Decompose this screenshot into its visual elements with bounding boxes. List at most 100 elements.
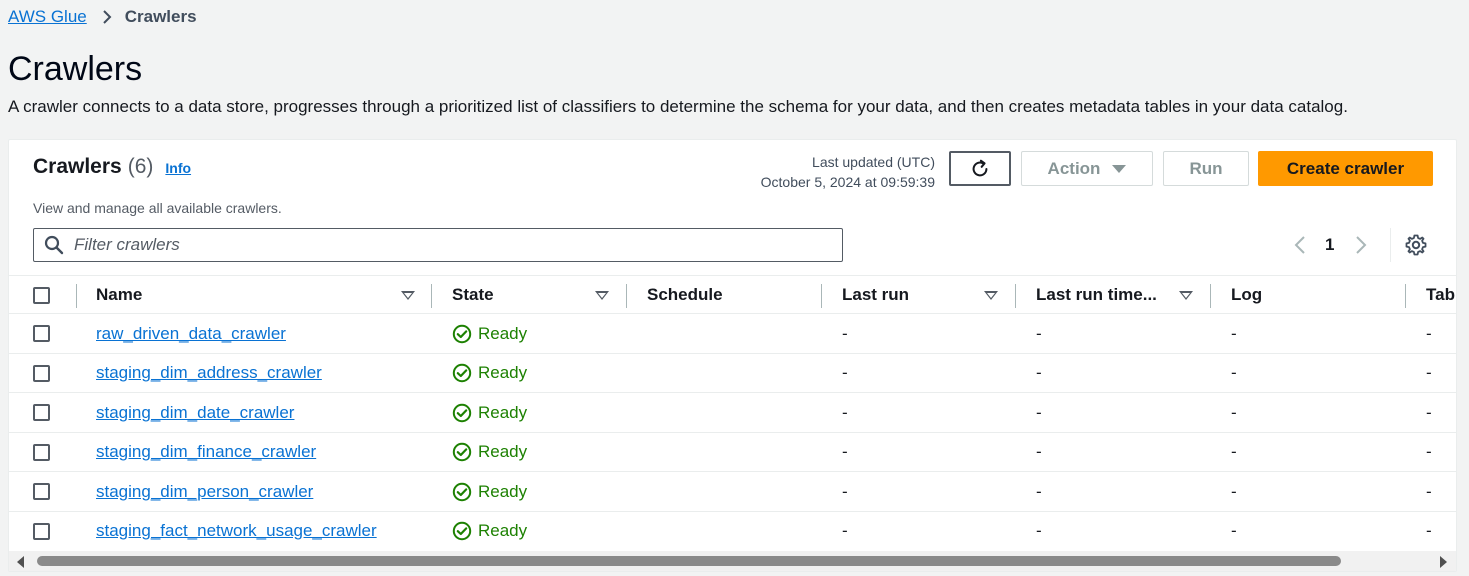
info-link[interactable]: Info [165, 160, 191, 176]
check-circle-icon [452, 442, 472, 462]
column-divider[interactable] [431, 284, 432, 308]
crawler-name-link[interactable]: raw_driven_data_crawler [96, 324, 286, 344]
scroll-left-arrow-icon[interactable] [17, 556, 24, 568]
column-header-last-run-time[interactable]: Last run time... [1036, 276, 1196, 314]
page-description: A crawler connects to a data store, prog… [8, 97, 1348, 116]
table-row: staging_dim_person_crawler Ready - - - - [9, 472, 1456, 512]
crawler-name-link[interactable]: staging_dim_finance_crawler [96, 442, 316, 462]
breadcrumb-current: Crawlers [124, 7, 197, 26]
row-select-cell [33, 433, 50, 472]
state-label: Ready [478, 521, 528, 540]
row-checkbox[interactable] [33, 443, 50, 461]
column-header-name[interactable]: Name [96, 276, 416, 314]
crawlers-panel: Crawlers (6) Info View and manage all av… [8, 139, 1457, 572]
chevron-left-icon[interactable] [1289, 234, 1311, 256]
last-run-cell: - [842, 442, 848, 461]
crawler-name-cell: staging_dim_finance_crawler [96, 433, 316, 472]
filter-crawlers-field[interactable] [33, 228, 843, 262]
log-cell: - [1231, 363, 1237, 382]
crawler-name-link[interactable]: staging_fact_network_usage_crawler [96, 521, 377, 541]
search-icon [44, 235, 64, 255]
create-crawler-button[interactable]: Create crawler [1258, 151, 1433, 186]
check-circle-icon [452, 363, 472, 383]
state-label: Ready [478, 402, 528, 422]
crawler-name-cell: staging_dim_person_crawler [96, 472, 313, 511]
page-number[interactable]: 1 [1325, 235, 1334, 255]
panel-subtitle: View and manage all available crawlers. [33, 200, 282, 216]
gear-icon[interactable] [1404, 233, 1428, 257]
last-updated-value: October 5, 2024 at 09:59:39 [760, 174, 935, 190]
action-button-label: Action [1047, 158, 1101, 178]
crawlers-table: Name State Schedule Last run Last run ti… [9, 275, 1456, 552]
crawler-name-link[interactable]: staging_dim_person_crawler [96, 482, 313, 502]
column-divider[interactable] [1015, 284, 1016, 308]
row-checkbox[interactable] [33, 522, 50, 540]
row-select-cell [33, 512, 50, 551]
column-header-last-run[interactable]: Last run [842, 276, 1002, 314]
table-row: staging_dim_finance_crawler Ready - - - … [9, 433, 1456, 472]
sort-down-icon [595, 291, 609, 300]
column-header-log[interactable]: Log [1231, 276, 1262, 314]
state-label: Ready [478, 442, 528, 461]
row-checkbox[interactable] [33, 325, 50, 342]
state-cell: Ready [452, 393, 527, 432]
log-cell: - [1231, 323, 1237, 343]
column-header-state[interactable]: State [452, 276, 612, 314]
crawler-name-cell: staging_dim_date_crawler [96, 393, 294, 432]
crawler-name-link[interactable]: staging_dim_date_crawler [96, 403, 294, 423]
scrollbar-thumb[interactable] [37, 556, 1341, 566]
row-checkbox[interactable] [33, 404, 50, 421]
table-body: raw_driven_data_crawler Ready - - - - st… [9, 314, 1456, 552]
column-divider[interactable] [1210, 284, 1211, 308]
row-checkbox[interactable] [33, 364, 50, 382]
column-header-label: Name [96, 285, 143, 304]
check-circle-icon [452, 403, 472, 422]
breadcrumb-aws-glue-link[interactable]: AWS Glue [8, 7, 87, 27]
last-run-time-cell: - [1036, 481, 1042, 501]
table-row: staging_dim_address_crawler Ready - - - … [9, 354, 1456, 393]
state-label: Ready [478, 323, 528, 343]
table-cell: - [1426, 323, 1432, 343]
chevron-right-icon[interactable] [1350, 234, 1372, 256]
check-circle-icon [452, 324, 472, 343]
refresh-icon [972, 159, 988, 176]
state-cell: Ready [452, 314, 527, 353]
sort-down-icon [401, 291, 415, 300]
row-checkbox[interactable] [33, 483, 50, 500]
action-dropdown-button[interactable]: Action [1021, 151, 1153, 186]
table-header: Name State Schedule Last run Last run ti… [9, 275, 1456, 314]
check-circle-icon [452, 482, 472, 501]
row-select-cell [33, 393, 50, 432]
column-header-label: Schedule [647, 285, 723, 304]
column-divider[interactable] [1405, 284, 1406, 308]
scroll-right-arrow-icon[interactable] [1440, 556, 1447, 568]
panel-title: Crawlers [33, 155, 122, 178]
last-updated: Last updated (UTC) October 5, 2024 at 09… [761, 152, 935, 192]
pager-divider [1390, 228, 1391, 262]
log-cell: - [1231, 521, 1237, 540]
run-button[interactable]: Run [1163, 151, 1249, 186]
crawler-name-cell: raw_driven_data_crawler [96, 314, 286, 353]
last-run-cell: - [842, 363, 848, 382]
refresh-button[interactable] [949, 151, 1011, 186]
filter-crawlers-input[interactable] [74, 235, 794, 255]
table-cell: - [1426, 481, 1432, 501]
crawler-name-link[interactable]: staging_dim_address_crawler [96, 363, 322, 383]
column-header-table[interactable]: Tabl [1426, 276, 1456, 314]
last-run-cell: - [842, 402, 848, 422]
check-circle-icon [452, 521, 472, 541]
column-header-schedule[interactable]: Schedule [647, 276, 723, 314]
sort-down-icon [1179, 291, 1193, 300]
state-cell: Ready [452, 354, 527, 393]
column-header-label: Log [1231, 285, 1263, 304]
column-divider [76, 284, 77, 308]
state-label: Ready [478, 363, 528, 382]
last-run-time-cell: - [1036, 442, 1042, 461]
select-all-checkbox[interactable] [33, 286, 50, 304]
chevron-right-icon [101, 9, 113, 25]
table-cell: - [1426, 442, 1432, 461]
column-divider[interactable] [821, 284, 822, 308]
horizontal-scrollbar[interactable] [9, 551, 1456, 571]
column-divider[interactable] [626, 284, 627, 308]
table-row: staging_fact_network_usage_crawler Ready… [9, 512, 1456, 552]
